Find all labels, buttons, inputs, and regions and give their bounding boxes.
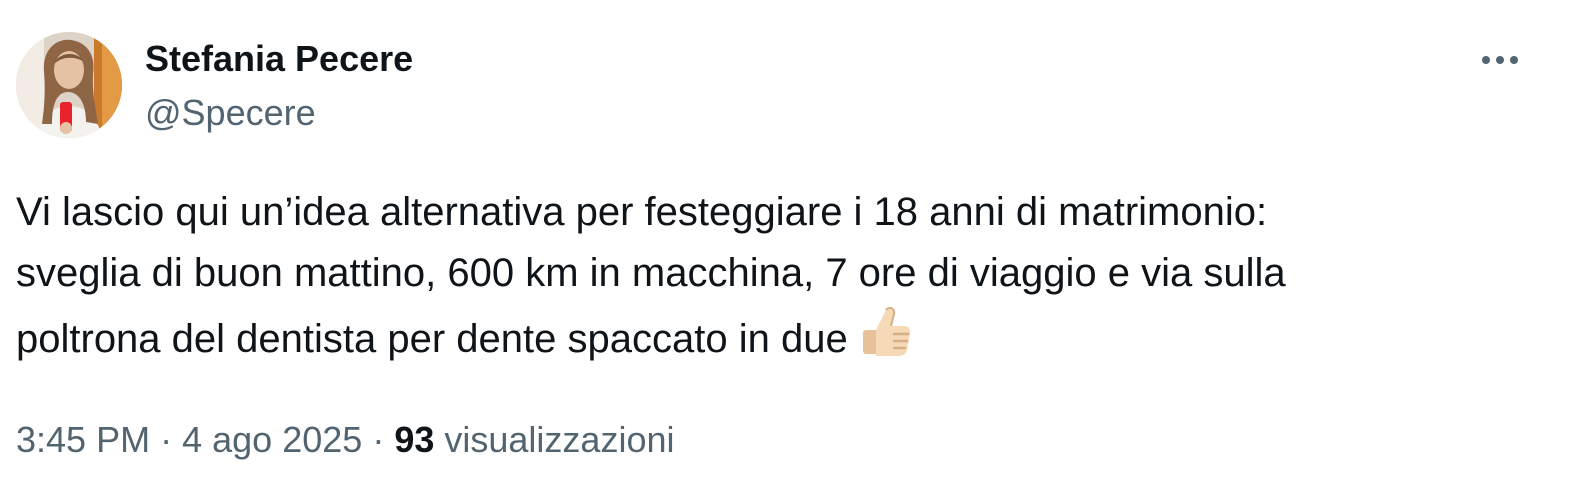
thumbs-up-icon <box>858 304 914 378</box>
views-count: 93 <box>394 419 435 460</box>
tweet-text: Vi lascio qui un’idea alternativa per fe… <box>16 182 1556 378</box>
more-dots-icon <box>1482 56 1518 64</box>
tweet-date[interactable]: 4 ago 2025 <box>182 419 362 460</box>
tweet-meta: 3:45 PM · 4 ago 2025 · 93 visualizzazion… <box>16 418 675 462</box>
more-options-button[interactable] <box>1476 40 1524 80</box>
tweet-card: Stefania Pecere @Specere Vi lascio qui u… <box>0 0 1588 499</box>
display-name[interactable]: Stefania Pecere <box>145 38 413 80</box>
meta-separator: · <box>160 419 173 460</box>
views-label: visualizzazioni <box>444 419 675 460</box>
handle[interactable]: @Specere <box>145 92 316 134</box>
profile-photo-icon <box>16 32 122 138</box>
tweet-time[interactable]: 3:45 PM <box>16 419 150 460</box>
avatar[interactable] <box>16 32 122 138</box>
meta-separator: · <box>372 419 385 460</box>
tweet-body: Vi lascio qui un’idea alternativa per fe… <box>16 190 1286 361</box>
